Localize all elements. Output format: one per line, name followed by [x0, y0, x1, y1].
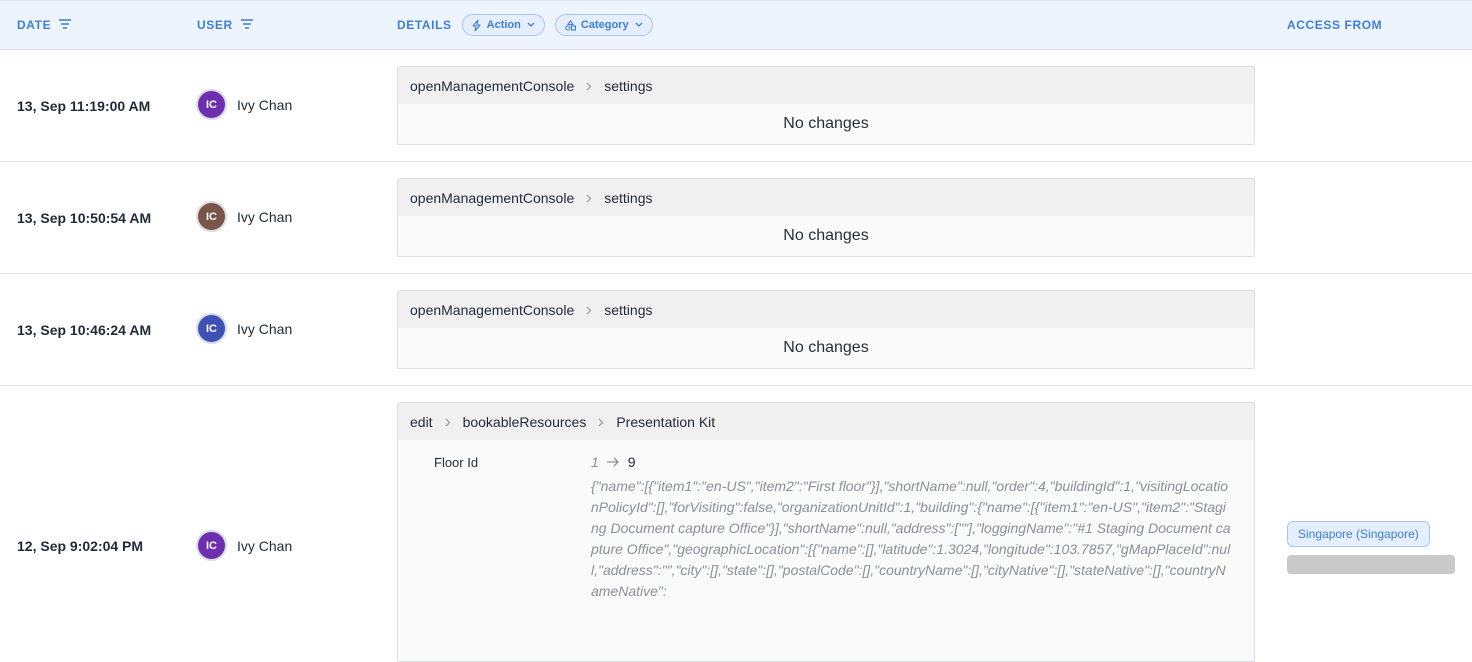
breadcrumb-item: settings: [604, 301, 653, 318]
change-diff: Floor Id 1 9 {"name":[{"item1":"en-US","…: [398, 440, 1254, 654]
table-header: DATE USER DETAILS Action Category ACCESS…: [0, 0, 1472, 50]
no-changes-text: No changes: [783, 227, 869, 244]
chevron-right-icon: [445, 414, 451, 430]
avatar: IC: [198, 203, 225, 230]
access-from-column-header: ACCESS FROM: [1287, 1, 1382, 49]
chevron-right-icon: [586, 78, 592, 94]
breadcrumb: openManagementConsole settings: [398, 179, 1254, 216]
breadcrumb-item: openManagementConsole: [410, 189, 575, 206]
table-row[interactable]: 12, Sep 9:02:04 PM IC Ivy Chan edit book…: [0, 386, 1472, 662]
audit-log-table: DATE USER DETAILS Action Category ACCESS…: [0, 0, 1472, 662]
user-name: Ivy Chan: [237, 96, 293, 113]
row-date: 13, Sep 10:46:24 AM: [17, 322, 152, 338]
breadcrumb: openManagementConsole settings: [398, 291, 1254, 328]
row-user: IC Ivy Chan: [198, 203, 292, 230]
breadcrumb-item: Presentation Kit: [616, 413, 716, 430]
breadcrumb: edit bookableResources Presentation Kit: [398, 403, 1254, 440]
breadcrumb-item: edit: [410, 413, 433, 430]
value-change: 1 9: [591, 454, 1231, 470]
table-row[interactable]: 13, Sep 10:50:54 AM IC Ivy Chan openMana…: [0, 162, 1472, 274]
json-details: {"name":[{"item1":"en-US","item2":"First…: [591, 478, 1231, 599]
chevron-down-icon: [527, 22, 535, 27]
row-user: IC Ivy Chan: [198, 91, 292, 118]
user-column-header[interactable]: USER: [197, 1, 253, 49]
location-badge[interactable]: Singapore (Singapore): [1287, 521, 1430, 547]
field-values: 1 9 {"name":[{"item1":"en-US","item2":"F…: [591, 454, 1231, 602]
action-filter-button[interactable]: Action: [461, 14, 545, 36]
breadcrumb-item: settings: [604, 189, 653, 206]
details-panel: openManagementConsole settings No change…: [397, 178, 1255, 257]
details-column-header: DETAILS Action Category: [397, 1, 653, 49]
avatar: IC: [198, 91, 225, 118]
access-from-header-label: ACCESS FROM: [1287, 18, 1383, 32]
chevron-right-icon: [598, 414, 604, 430]
access-from-cell: Singapore (Singapore): [1287, 521, 1455, 574]
category-filter-button[interactable]: Category: [554, 14, 653, 36]
no-changes-text: No changes: [783, 115, 869, 132]
chevron-right-icon: [586, 302, 592, 318]
details-header-label: DETAILS: [397, 18, 452, 32]
table-row[interactable]: 13, Sep 10:46:24 AM IC Ivy Chan openMana…: [0, 274, 1472, 386]
chevron-right-icon: [586, 190, 592, 206]
category-shapes-icon: [565, 19, 576, 31]
table-row[interactable]: 13, Sep 11:19:00 AM IC Ivy Chan openMana…: [0, 50, 1472, 162]
no-changes-text: No changes: [783, 339, 869, 356]
redacted-ip-bar: [1287, 555, 1455, 574]
row-date: 13, Sep 10:50:54 AM: [17, 210, 152, 226]
breadcrumb-item: settings: [604, 77, 653, 94]
details-panel: openManagementConsole settings No change…: [397, 66, 1255, 145]
breadcrumb-item: openManagementConsole: [410, 301, 575, 318]
date-column-header[interactable]: DATE: [17, 1, 72, 49]
chevron-down-icon: [635, 22, 643, 27]
details-panel: openManagementConsole settings No change…: [397, 290, 1255, 369]
category-filter-label: Category: [580, 19, 629, 31]
action-filter-label: Action: [486, 19, 521, 31]
user-name: Ivy Chan: [237, 537, 293, 554]
bolt-icon: [472, 19, 481, 31]
row-user: IC Ivy Chan: [198, 315, 292, 342]
user-header-label: USER: [197, 18, 233, 32]
new-value: 9: [627, 454, 636, 470]
field-label: Floor Id: [434, 455, 479, 470]
details-panel: edit bookableResources Presentation Kit …: [397, 402, 1255, 662]
date-header-label: DATE: [17, 18, 52, 32]
avatar: IC: [198, 315, 225, 342]
row-date: 13, Sep 11:19:00 AM: [17, 98, 151, 114]
row-date: 12, Sep 9:02:04 PM: [17, 538, 144, 554]
breadcrumb-item: bookableResources: [462, 413, 587, 430]
sort-filter-icon[interactable]: [59, 18, 72, 32]
breadcrumb: openManagementConsole settings: [398, 67, 1254, 104]
arrow-right-icon: [606, 454, 620, 470]
avatar: IC: [198, 532, 225, 559]
old-value: 1: [591, 454, 599, 470]
row-user: IC Ivy Chan: [198, 532, 292, 559]
breadcrumb-item: openManagementConsole: [410, 77, 575, 94]
sort-filter-icon[interactable]: [240, 18, 253, 32]
user-name: Ivy Chan: [237, 208, 293, 225]
user-name: Ivy Chan: [237, 320, 293, 337]
